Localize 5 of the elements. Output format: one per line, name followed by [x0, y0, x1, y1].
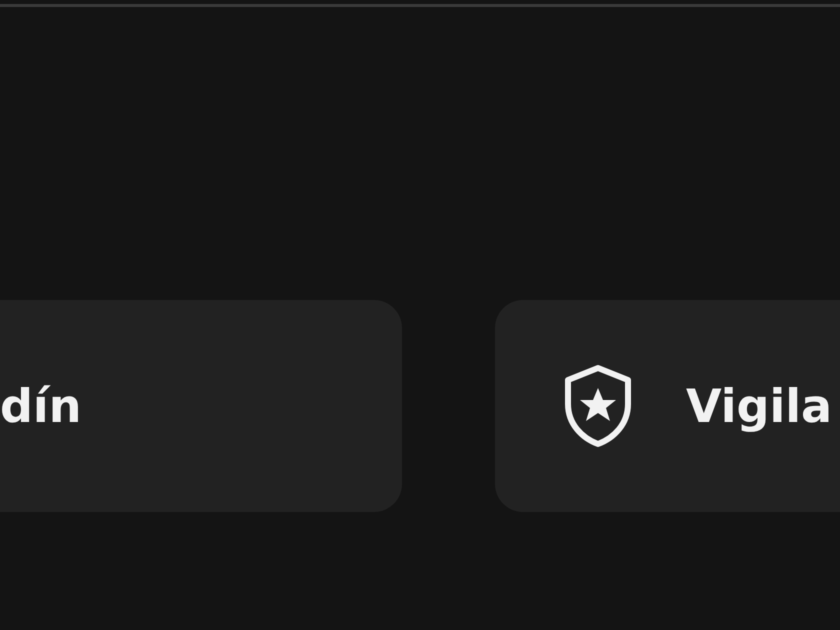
shield-star-icon — [562, 364, 634, 448]
tile-card[interactable]: dín — [0, 300, 402, 512]
tile-card[interactable]: Vigila — [495, 300, 840, 512]
tile-label: dín — [0, 379, 82, 433]
tile-label: Vigila — [686, 379, 832, 433]
